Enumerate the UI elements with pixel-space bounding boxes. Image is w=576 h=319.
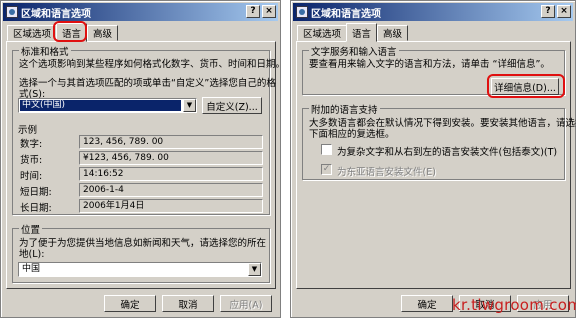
locale-value: 中文(中国)	[20, 100, 181, 111]
sample-currency-label: 货币:	[20, 155, 43, 166]
ok-button[interactable]: 确定	[104, 295, 156, 312]
east-asian-label: 为东亚语言安装文件(E)	[337, 167, 436, 178]
sample-long-date-value: 2006年1月4日	[79, 199, 263, 213]
tab-languages[interactable]: 语言	[346, 23, 378, 42]
location-value: 中国	[22, 264, 41, 274]
customize-label: 自定义(Z)...	[206, 101, 258, 113]
right-tab-panel: 文字服务和输入语言 要查看用来输入文字的语言和方法，请单击 “详细信息”。 详细…	[296, 41, 576, 289]
close-button[interactable]: ×	[557, 5, 571, 18]
location-group: 位置 为了便于为您提供当地信息如新闻和天气，请选择您的所在 地(L): 中国 ▼	[12, 222, 270, 283]
right-title-bar[interactable]: 区域和语言选项 ? ×	[293, 3, 573, 21]
tab-regional-options[interactable]: 区域选项	[297, 25, 348, 41]
left-dialog-window: 区域和语言选项 ? × 区域选项 语言 高级 标准和格式 这个选项影响到某些程序…	[0, 0, 285, 318]
sample-long-date-label: 长日期:	[20, 203, 52, 214]
location-select[interactable]: 中国 ▼	[18, 262, 262, 277]
apply-label: 应用(A)	[229, 299, 263, 311]
standards-formats-group: 标准和格式 这个选项影响到某些程序如何格式化数字、货币、时间和日期。 选择一个与…	[12, 44, 285, 215]
supplemental-language-group: 附加的语言支持 大多数语言都会在默认情况下得到安装。要安装其他语言，请选择 下面…	[302, 102, 576, 180]
tab-advanced[interactable]: 高级	[87, 25, 119, 41]
customize-button[interactable]: 自定义(Z)...	[202, 97, 262, 114]
complex-script-checkbox[interactable]	[321, 144, 332, 155]
ok-label: 确定	[417, 299, 437, 311]
ok-button[interactable]: 确定	[401, 295, 453, 312]
samples-area: 示例 数字: 123, 456, 789. 00 货币: ¥123, 456, …	[17, 122, 265, 214]
complex-script-label: 为复杂文字和从右到左的语言安装文件(包括泰文)(T)	[337, 147, 558, 158]
globe-icon	[296, 6, 308, 18]
sample-short-date-label: 短日期:	[20, 187, 52, 198]
select-format-label: 选择一个与其首选项匹配的项或单击“自定义”选择您自己的格	[19, 78, 276, 89]
watermark: kr.tiwgroom.com	[452, 296, 576, 314]
globe-icon	[6, 6, 18, 18]
cancel-button[interactable]: 取消	[162, 295, 214, 312]
help-button[interactable]: ?	[246, 5, 260, 18]
help-button[interactable]: ?	[541, 5, 555, 18]
supplemental-group-title: 附加的语言支持	[309, 102, 380, 116]
highlight-languages-tab	[53, 21, 87, 42]
ok-label: 确定	[120, 299, 140, 311]
sample-currency-value: ¥123, 456, 789. 00	[79, 151, 263, 165]
location-description: 为了便于为您提供当地信息如新闻和天气，请选择您的所在	[19, 238, 267, 249]
sample-short-date-value: 2006-1-4	[79, 183, 263, 197]
location-group-title: 位置	[19, 222, 43, 236]
cancel-label: 取消	[178, 299, 198, 311]
sample-number-label: 数字:	[20, 139, 43, 150]
left-tab-panel: 标准和格式 这个选项影响到某些程序如何格式化数字、货币、时间和日期。 选择一个与…	[6, 41, 285, 289]
text-services-description: 要查看用来输入文字的语言和方法，请单击 “详细信息”。	[309, 59, 550, 70]
apply-button[interactable]: 应用(A)	[220, 295, 272, 312]
chevron-down-icon[interactable]: ▼	[248, 263, 261, 276]
right-window-title: 区域和语言选项	[311, 8, 381, 20]
left-window-title: 区域和语言选项	[21, 8, 91, 20]
sample-number-value: 123, 456, 789. 00	[79, 135, 263, 149]
chevron-down-icon[interactable]: ▼	[183, 99, 196, 112]
tab-advanced[interactable]: 高级	[377, 25, 409, 41]
locale-select[interactable]: 中文(中国) ▼	[18, 98, 197, 113]
sample-time-label: 时间:	[20, 171, 43, 182]
east-asian-checkbox[interactable]: ✓	[321, 164, 332, 175]
samples-title: 示例	[18, 125, 38, 136]
right-dialog-window: 区域和语言选项 ? × 区域选项 语言 高级 文字服务和输入语言 要查看用来输入…	[290, 0, 576, 318]
left-title-bar[interactable]: 区域和语言选项 ? ×	[3, 3, 278, 21]
standards-description: 这个选项影响到某些程序如何格式化数字、货币、时间和日期。	[19, 59, 286, 70]
highlight-details-button	[487, 74, 565, 98]
location-description-2: 地(L):	[19, 249, 45, 260]
sample-time-value: 14:16:52	[79, 167, 263, 181]
tab-regional-options[interactable]: 区域选项	[7, 25, 58, 41]
supplemental-description-2: 下面相应的复选框。	[309, 129, 395, 140]
close-button[interactable]: ×	[262, 5, 276, 18]
